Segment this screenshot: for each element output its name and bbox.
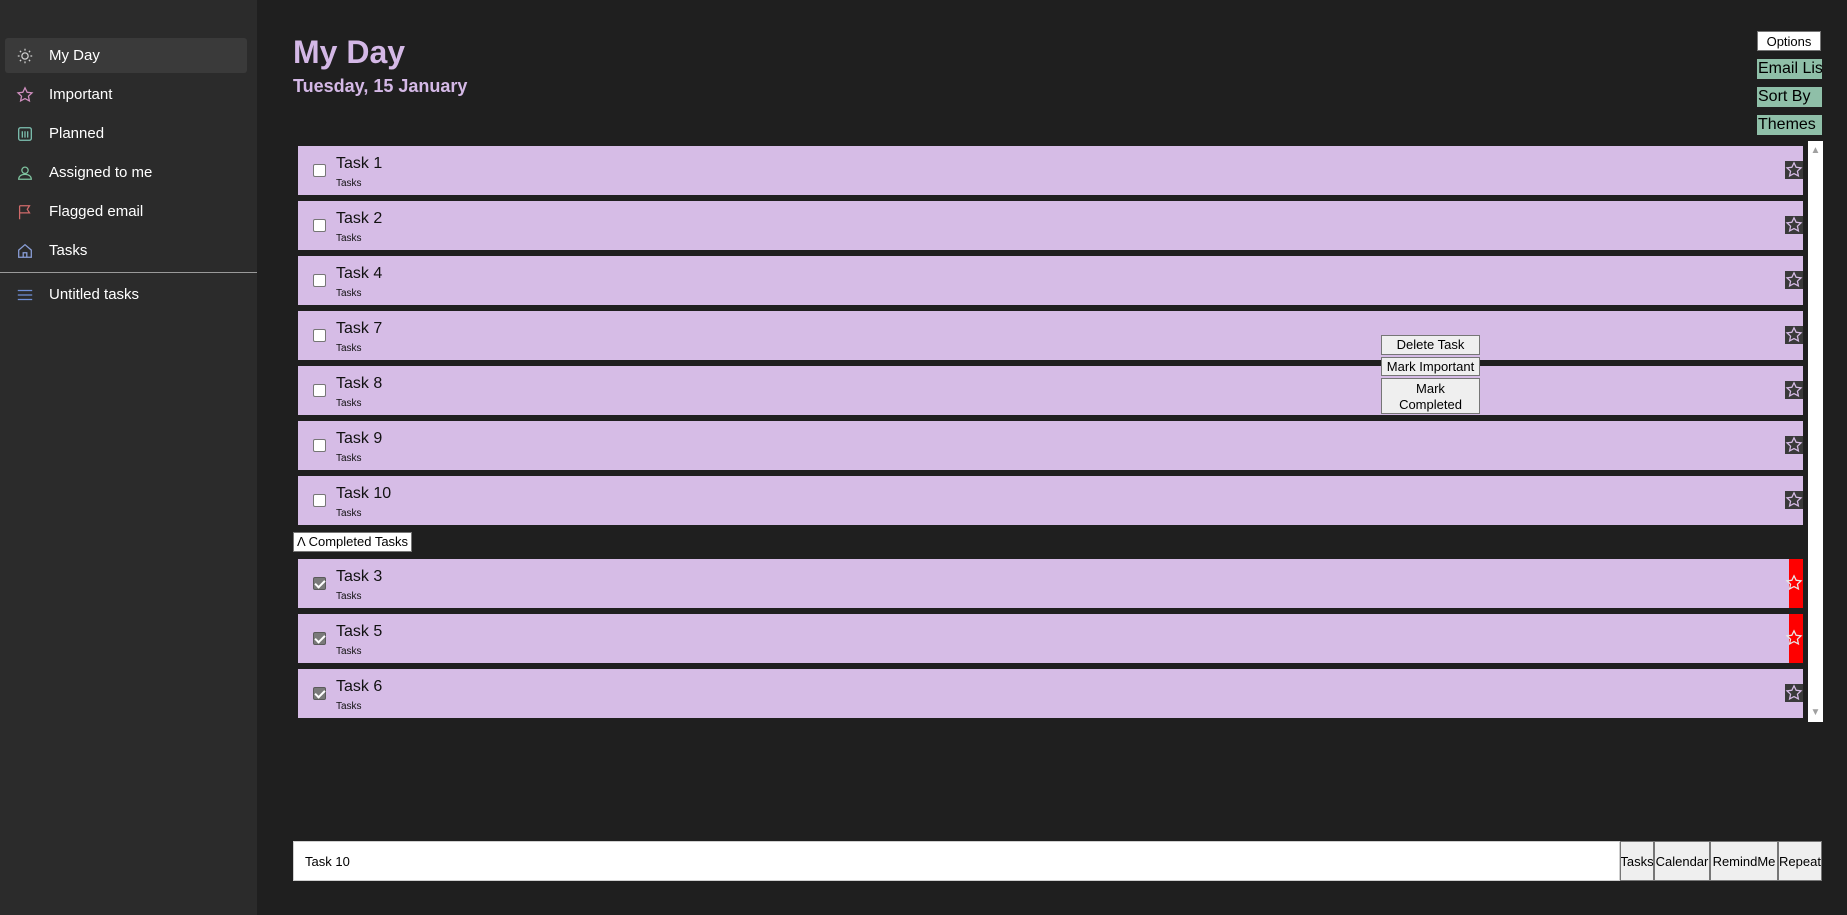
task-list-name: Tasks <box>336 398 362 409</box>
task-row[interactable]: Task 10 Tasks <box>298 476 1803 525</box>
completed-tasks-toggle[interactable]: Λ Completed Tasks <box>293 532 413 552</box>
task-list-name: Tasks <box>336 591 362 602</box>
tasks-button[interactable]: Tasks <box>1620 841 1654 881</box>
task-list-name: Tasks <box>336 178 362 189</box>
task-checkbox[interactable] <box>313 329 326 342</box>
scroll-up-icon[interactable]: ▲ <box>1808 143 1823 158</box>
sun-icon <box>15 46 35 66</box>
task-list-name: Tasks <box>336 701 362 712</box>
sidebar-item-flagged[interactable]: Flagged email <box>5 194 247 229</box>
sidebar-item-label: Important <box>49 86 113 103</box>
task-list-scrollbar[interactable]: ▲ ▼ <box>1808 141 1823 722</box>
task-checkbox[interactable] <box>313 164 326 177</box>
sidebar-item-label: Tasks <box>49 242 88 259</box>
repeat-button[interactable]: Repeat <box>1778 841 1822 881</box>
mark-completed-button[interactable]: Mark Completed <box>1381 378 1480 414</box>
star-icon[interactable] <box>1785 161 1803 179</box>
remindme-button[interactable]: RemindMe <box>1710 841 1778 881</box>
task-checkbox[interactable] <box>313 687 326 700</box>
sidebar-item-label: Assigned to me <box>49 164 153 181</box>
star-icon <box>15 85 35 105</box>
task-list: Task 1 Tasks Task 2 Tasks Task 4 Tasks T… <box>293 141 1823 722</box>
task-row[interactable]: Task 5 Tasks <box>298 614 1803 663</box>
sidebar-item-label: Untitled tasks <box>49 286 140 303</box>
star-icon[interactable] <box>1785 326 1803 344</box>
task-row[interactable]: Task 8 Tasks <box>298 366 1803 415</box>
flag-icon <box>15 202 35 222</box>
star-icon[interactable] <box>1785 491 1803 509</box>
task-list-name: Tasks <box>336 508 362 519</box>
scroll-down-icon[interactable]: ▼ <box>1808 705 1823 720</box>
sidebar-divider <box>0 272 257 273</box>
task-list-name: Tasks <box>336 233 362 244</box>
star-icon[interactable] <box>1785 216 1803 234</box>
page-date: Tuesday, 15 January <box>293 76 468 96</box>
sidebar-item-label: Flagged email <box>49 203 144 220</box>
task-list-name: Tasks <box>336 646 362 657</box>
delete-task-button[interactable]: Delete Task <box>1381 335 1480 355</box>
task-title: Task 1 <box>336 155 383 172</box>
task-row[interactable]: Task 3 Tasks <box>298 559 1803 608</box>
task-row[interactable]: Task 2 Tasks <box>298 201 1803 250</box>
task-checkbox[interactable] <box>313 439 326 452</box>
sidebar-item-tasks[interactable]: Tasks <box>5 233 247 268</box>
person-icon <box>15 163 35 183</box>
star-icon[interactable] <box>1785 271 1803 289</box>
sort-by-link[interactable]: Sort By <box>1757 87 1822 107</box>
task-title: Task 9 <box>336 430 383 447</box>
star-icon[interactable] <box>1785 436 1803 454</box>
calendar-button[interactable]: Calendar <box>1654 841 1710 881</box>
mark-important-button[interactable]: Mark Important <box>1381 357 1480 376</box>
page-title: My Day <box>293 34 406 70</box>
task-title: Task 10 <box>336 485 392 502</box>
task-checkbox[interactable] <box>313 494 326 507</box>
sidebar-item-assigned[interactable]: Assigned to me <box>5 155 247 190</box>
task-title: Task 3 <box>336 568 383 585</box>
task-list-name: Tasks <box>336 288 362 299</box>
task-row[interactable]: Task 9 Tasks <box>298 421 1803 470</box>
sidebar-item-important[interactable]: Important <box>5 77 247 112</box>
sidebar-item-label: Planned <box>49 125 105 142</box>
sidebar-item-my-day[interactable]: My Day <box>5 38 247 73</box>
task-row[interactable]: Task 7 Tasks <box>298 311 1803 360</box>
star-icon[interactable] <box>1785 574 1803 592</box>
task-row[interactable]: Task 4 Tasks <box>298 256 1803 305</box>
task-checkbox[interactable] <box>313 577 326 590</box>
sidebar-item-untitled-tasks[interactable]: Untitled tasks <box>5 277 247 312</box>
star-icon[interactable] <box>1785 629 1803 647</box>
star-icon[interactable] <box>1785 381 1803 399</box>
sidebar-item-planned[interactable]: Planned <box>5 116 247 151</box>
sidebar-item-label: My Day <box>49 47 100 64</box>
task-checkbox[interactable] <box>313 219 326 232</box>
calendar-icon <box>15 124 35 144</box>
task-checkbox[interactable] <box>313 632 326 645</box>
task-title: Task 7 <box>336 320 383 337</box>
task-row[interactable]: Task 1 Tasks <box>298 146 1803 195</box>
task-title: Task 2 <box>336 210 383 227</box>
task-list-name: Tasks <box>336 343 362 354</box>
task-checkbox[interactable] <box>313 274 326 287</box>
email-list-link[interactable]: Email List <box>1757 59 1822 79</box>
home-icon <box>15 241 35 261</box>
task-title-input[interactable] <box>293 841 1620 881</box>
task-title: Task 8 <box>336 375 383 392</box>
task-checkbox[interactable] <box>313 384 326 397</box>
task-title: Task 4 <box>336 265 383 282</box>
star-icon[interactable] <box>1785 684 1803 702</box>
task-list-name: Tasks <box>336 453 362 464</box>
options-button[interactable]: Options <box>1757 31 1821 51</box>
list-icon <box>15 285 35 305</box>
sidebar: My Day Important Planned Assigned to me … <box>0 0 257 915</box>
task-row[interactable]: Task 6 Tasks <box>298 669 1803 718</box>
task-title: Task 6 <box>336 678 383 695</box>
themes-link[interactable]: Themes <box>1757 115 1822 135</box>
task-title: Task 5 <box>336 623 383 640</box>
